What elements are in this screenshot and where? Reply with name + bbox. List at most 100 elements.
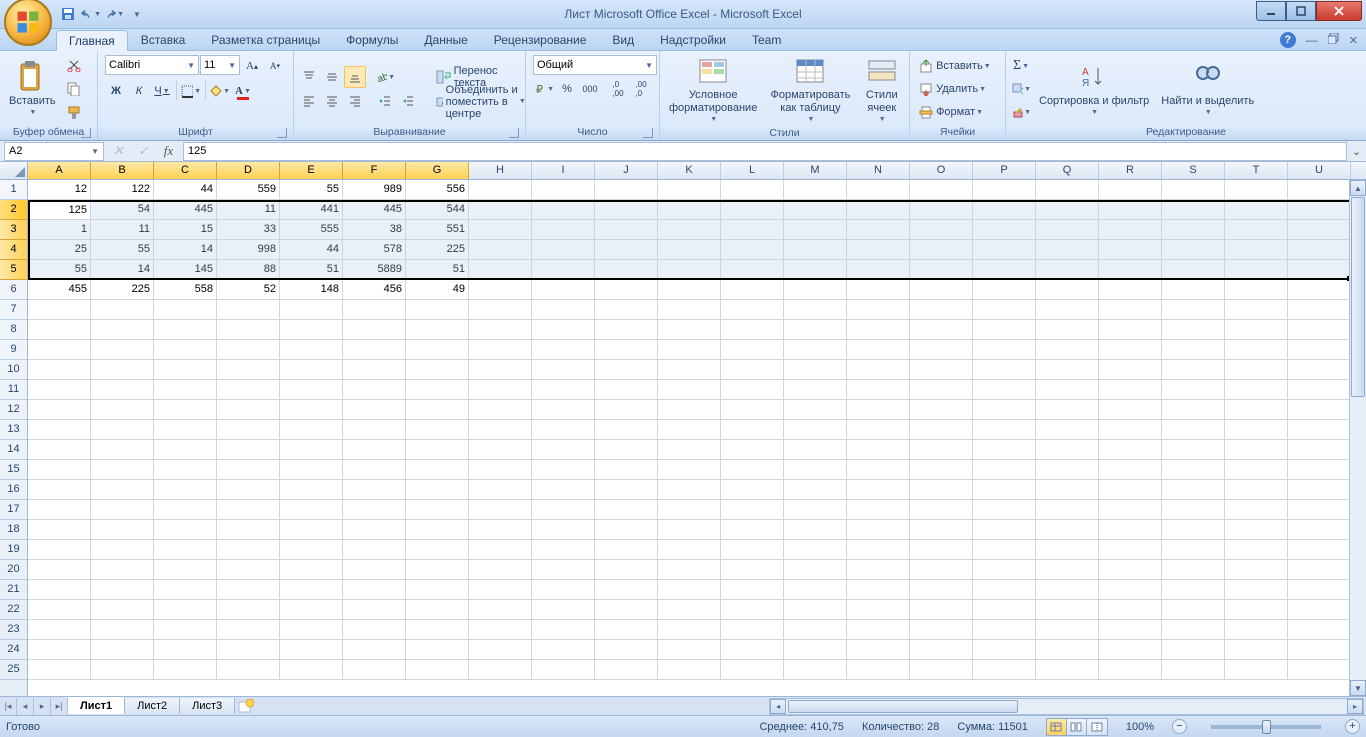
row-header[interactable]: 5 — [0, 260, 27, 280]
cells-area[interactable]: 1212244559559895561255444511441445544111… — [28, 180, 1366, 696]
last-sheet-icon[interactable]: ▸| — [51, 698, 68, 715]
cell[interactable] — [532, 460, 595, 480]
cell[interactable] — [1225, 420, 1288, 440]
cell[interactable] — [1288, 360, 1351, 380]
cell[interactable] — [1099, 620, 1162, 640]
row-header[interactable]: 15 — [0, 460, 27, 480]
cell[interactable] — [469, 500, 532, 520]
fill-color-icon[interactable]: ▼ — [209, 80, 231, 102]
cell[interactable] — [154, 560, 217, 580]
cell[interactable] — [1036, 640, 1099, 660]
prev-sheet-icon[interactable]: ◂ — [17, 698, 34, 715]
percent-icon[interactable]: % — [556, 78, 578, 100]
accounting-format-icon[interactable]: ₽▼ — [533, 78, 555, 100]
row-header[interactable]: 1 — [0, 180, 27, 200]
cell[interactable] — [406, 620, 469, 640]
cell[interactable] — [469, 480, 532, 500]
cell[interactable] — [910, 540, 973, 560]
cell[interactable] — [595, 220, 658, 240]
cell[interactable] — [1099, 320, 1162, 340]
cell[interactable] — [1099, 340, 1162, 360]
cell[interactable] — [280, 340, 343, 360]
cell[interactable] — [847, 500, 910, 520]
column-header[interactable]: J — [595, 162, 658, 179]
cell[interactable] — [217, 560, 280, 580]
cell[interactable] — [28, 440, 91, 460]
cell[interactable] — [280, 480, 343, 500]
cell[interactable] — [406, 600, 469, 620]
cell[interactable] — [154, 640, 217, 660]
cell[interactable] — [280, 600, 343, 620]
cell[interactable] — [784, 640, 847, 660]
cell[interactable] — [1225, 380, 1288, 400]
cell[interactable] — [217, 500, 280, 520]
cell[interactable] — [91, 300, 154, 320]
cell[interactable] — [721, 580, 784, 600]
cell[interactable] — [1225, 640, 1288, 660]
cell[interactable] — [721, 620, 784, 640]
cell[interactable] — [1225, 200, 1288, 220]
cell[interactable]: 5889 — [343, 260, 406, 280]
ribbon-tab[interactable]: Вставка — [128, 29, 199, 50]
cell[interactable]: 445 — [154, 200, 217, 220]
cell[interactable] — [1099, 380, 1162, 400]
cell[interactable] — [28, 360, 91, 380]
save-icon[interactable] — [58, 4, 78, 24]
cell[interactable] — [469, 420, 532, 440]
row-header[interactable]: 20 — [0, 560, 27, 580]
cell[interactable] — [910, 400, 973, 420]
cell[interactable] — [1162, 320, 1225, 340]
cell[interactable] — [469, 580, 532, 600]
cell[interactable] — [1036, 620, 1099, 640]
cell[interactable] — [721, 380, 784, 400]
cell[interactable]: 55 — [28, 260, 91, 280]
cell[interactable] — [469, 180, 532, 200]
cell[interactable] — [658, 180, 721, 200]
cell[interactable] — [595, 520, 658, 540]
cell[interactable] — [154, 520, 217, 540]
cell[interactable] — [910, 580, 973, 600]
cell[interactable] — [847, 620, 910, 640]
cell[interactable] — [1036, 600, 1099, 620]
cell[interactable] — [658, 320, 721, 340]
cell[interactable] — [847, 300, 910, 320]
cell[interactable] — [217, 300, 280, 320]
cell[interactable] — [784, 580, 847, 600]
cell[interactable] — [847, 380, 910, 400]
cell[interactable] — [469, 300, 532, 320]
cell[interactable] — [1288, 660, 1351, 680]
first-sheet-icon[interactable]: |◂ — [0, 698, 17, 715]
font-name-combo[interactable]: Calibri▼ — [105, 55, 199, 75]
cell[interactable] — [1225, 480, 1288, 500]
column-header[interactable]: M — [784, 162, 847, 179]
cell[interactable] — [154, 360, 217, 380]
cell[interactable] — [1225, 460, 1288, 480]
cell[interactable] — [91, 420, 154, 440]
cell[interactable] — [658, 500, 721, 520]
cell[interactable] — [658, 420, 721, 440]
cell[interactable] — [973, 240, 1036, 260]
cell[interactable] — [343, 440, 406, 460]
cell[interactable] — [721, 600, 784, 620]
cell[interactable] — [784, 320, 847, 340]
cell[interactable] — [910, 240, 973, 260]
cell[interactable] — [532, 660, 595, 680]
cell[interactable] — [910, 520, 973, 540]
cell[interactable] — [595, 200, 658, 220]
cell[interactable] — [973, 420, 1036, 440]
cell[interactable] — [1036, 240, 1099, 260]
cell[interactable]: 148 — [280, 280, 343, 300]
cell[interactable] — [1288, 600, 1351, 620]
cell[interactable] — [280, 660, 343, 680]
autosum-icon[interactable]: Σ▼ — [1010, 55, 1032, 77]
cell[interactable] — [532, 380, 595, 400]
cell[interactable]: 15 — [154, 220, 217, 240]
cell[interactable] — [1036, 660, 1099, 680]
scroll-up-icon[interactable]: ▲ — [1350, 180, 1366, 196]
cell[interactable] — [469, 240, 532, 260]
cell[interactable] — [784, 300, 847, 320]
cell[interactable] — [406, 580, 469, 600]
cell[interactable] — [1162, 580, 1225, 600]
scroll-right-icon[interactable]: ▸ — [1347, 699, 1363, 714]
cell[interactable] — [532, 500, 595, 520]
